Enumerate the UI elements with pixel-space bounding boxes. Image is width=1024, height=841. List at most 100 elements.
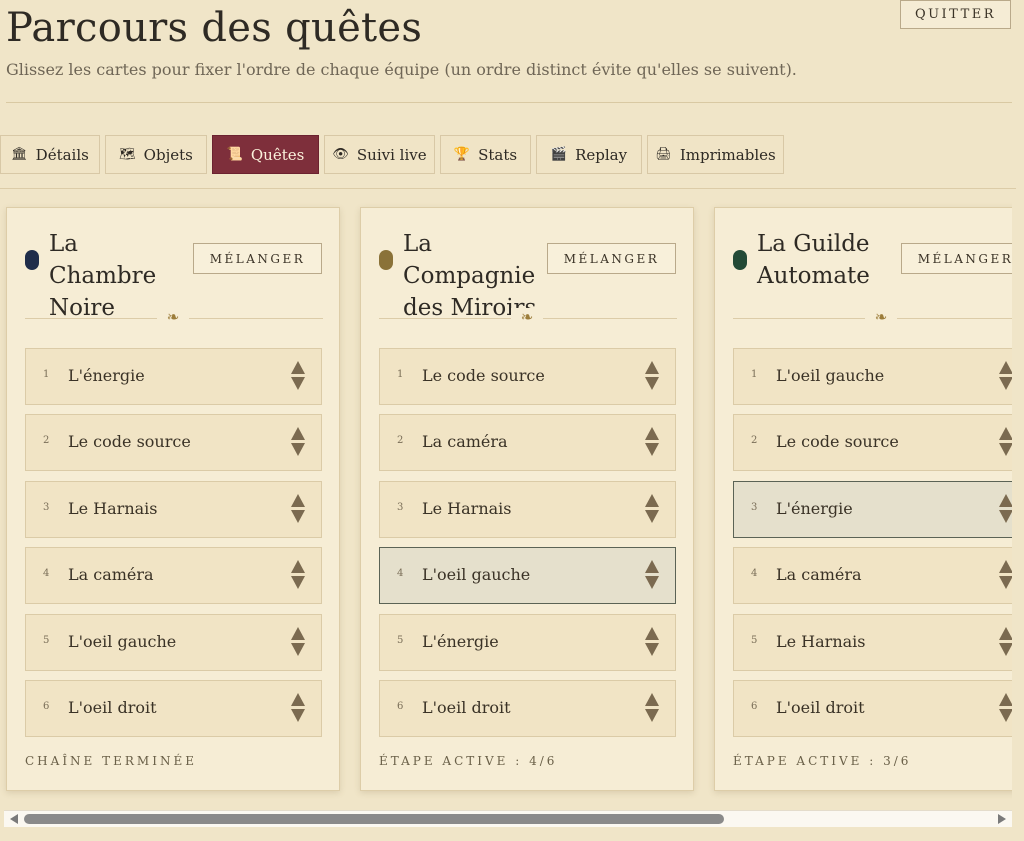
reorder-handle[interactable] (999, 693, 1012, 722)
shuffle-button[interactable]: MÉLANGER (193, 243, 322, 274)
scroll-right-icon[interactable] (998, 814, 1006, 824)
quest-card[interactable]: 2 Le code source (733, 414, 1012, 471)
quest-card[interactable]: 5 L'oeil gauche (25, 614, 322, 671)
move-down-icon[interactable] (645, 510, 659, 523)
quest-card[interactable]: 3 Le Harnais (379, 481, 676, 538)
quest-card[interactable]: 2 La caméra (379, 414, 676, 471)
quest-card-label: L'oeil droit (422, 698, 511, 717)
reorder-handle[interactable] (999, 627, 1012, 656)
reorder-handle[interactable] (645, 427, 659, 456)
move-up-icon[interactable] (291, 427, 305, 440)
quest-card[interactable]: 4 La caméra (25, 547, 322, 604)
quest-card[interactable]: 1 L'oeil gauche (733, 348, 1012, 405)
reorder-handle[interactable] (999, 361, 1012, 390)
team-column: La Chambre Noire MÉLANGER ❧ 1 L'énergie 2 Le c… (6, 207, 340, 791)
move-down-icon[interactable] (999, 643, 1012, 656)
move-down-icon[interactable] (645, 643, 659, 656)
move-up-icon[interactable] (645, 361, 659, 374)
tab-replay[interactable]: 🎬 Replay (536, 135, 642, 174)
quest-card[interactable]: 6 L'oeil droit (25, 680, 322, 737)
move-up-icon[interactable] (999, 560, 1012, 573)
quest-card[interactable]: 1 L'énergie (25, 348, 322, 405)
move-up-icon[interactable] (999, 427, 1012, 440)
move-down-icon[interactable] (291, 576, 305, 589)
quest-card[interactable]: 6 L'oeil droit (733, 680, 1012, 737)
reorder-handle[interactable] (291, 361, 305, 390)
move-up-icon[interactable] (291, 361, 305, 374)
move-up-icon[interactable] (999, 494, 1012, 507)
team-color-dot (379, 250, 393, 270)
fleuron-icon: ❧ (511, 308, 543, 326)
reorder-handle[interactable] (645, 361, 659, 390)
quest-step-number: 3 (751, 502, 758, 513)
quest-card-label: La caméra (776, 565, 862, 584)
team-color-dot (733, 250, 747, 270)
horizontal-scrollbar[interactable] (4, 810, 1012, 827)
move-up-icon[interactable] (291, 560, 305, 573)
move-down-icon[interactable] (645, 576, 659, 589)
move-down-icon[interactable] (291, 443, 305, 456)
move-up-icon[interactable] (291, 693, 305, 706)
shuffle-button[interactable]: MÉLANGER (901, 243, 1012, 274)
move-down-icon[interactable] (999, 377, 1012, 390)
move-up-icon[interactable] (645, 427, 659, 440)
move-up-icon[interactable] (291, 494, 305, 507)
quest-card-label: L'énergie (776, 499, 853, 518)
quest-card[interactable]: 1 Le code source (379, 348, 676, 405)
reorder-handle[interactable] (645, 560, 659, 589)
scrollbar-thumb[interactable] (24, 814, 724, 824)
tab-details[interactable]: 🏛 Détails (0, 135, 100, 174)
move-up-icon[interactable] (999, 361, 1012, 374)
tab-quetes[interactable]: 📜 Quêtes (212, 135, 319, 174)
quest-card-label: Le code source (776, 432, 899, 451)
tab-stats[interactable]: 🏆 Stats (440, 135, 531, 174)
quest-card[interactable]: 4 L'oeil gauche (379, 547, 676, 604)
quest-card[interactable]: 3 L'énergie (733, 481, 1012, 538)
move-down-icon[interactable] (291, 377, 305, 390)
quest-card[interactable]: 4 La caméra (733, 547, 1012, 604)
move-up-icon[interactable] (645, 627, 659, 640)
move-up-icon[interactable] (999, 627, 1012, 640)
move-up-icon[interactable] (645, 560, 659, 573)
quest-card[interactable]: 5 Le Harnais (733, 614, 1012, 671)
reorder-handle[interactable] (291, 494, 305, 523)
reorder-handle[interactable] (999, 560, 1012, 589)
reorder-handle[interactable] (291, 560, 305, 589)
tab-imprimables[interactable]: 🖨 Imprimables (647, 135, 784, 174)
move-down-icon[interactable] (645, 377, 659, 390)
quest-card[interactable]: 3 Le Harnais (25, 481, 322, 538)
quest-card-label: L'oeil gauche (776, 366, 885, 385)
reorder-handle[interactable] (291, 627, 305, 656)
reorder-handle[interactable] (291, 693, 305, 722)
move-down-icon[interactable] (999, 576, 1012, 589)
reorder-handle[interactable] (645, 494, 659, 523)
move-up-icon[interactable] (645, 693, 659, 706)
quit-button[interactable]: QUITTER (900, 0, 1011, 29)
reorder-handle[interactable] (645, 693, 659, 722)
move-down-icon[interactable] (999, 709, 1012, 722)
move-up-icon[interactable] (645, 494, 659, 507)
quest-card[interactable]: 5 L'énergie (379, 614, 676, 671)
quest-card[interactable]: 2 Le code source (25, 414, 322, 471)
tab-objets[interactable]: 🗺 Objets (105, 135, 207, 174)
scroll-left-icon[interactable] (10, 814, 18, 824)
quest-step-number: 4 (751, 568, 758, 579)
move-down-icon[interactable] (291, 709, 305, 722)
reorder-handle[interactable] (999, 427, 1012, 456)
shuffle-button[interactable]: MÉLANGER (547, 243, 676, 274)
tab-suivi-live[interactable]: 👁 Suivi live (324, 135, 435, 174)
reorder-handle[interactable] (291, 427, 305, 456)
move-down-icon[interactable] (999, 443, 1012, 456)
fleuron-icon: ❧ (157, 308, 189, 326)
move-down-icon[interactable] (291, 510, 305, 523)
move-down-icon[interactable] (645, 443, 659, 456)
move-down-icon[interactable] (645, 709, 659, 722)
move-up-icon[interactable] (999, 693, 1012, 706)
tab-label: Suivi live (356, 145, 427, 164)
move-down-icon[interactable] (999, 510, 1012, 523)
move-up-icon[interactable] (291, 627, 305, 640)
quest-card[interactable]: 6 L'oeil droit (379, 680, 676, 737)
reorder-handle[interactable] (999, 494, 1012, 523)
move-down-icon[interactable] (291, 643, 305, 656)
reorder-handle[interactable] (645, 627, 659, 656)
